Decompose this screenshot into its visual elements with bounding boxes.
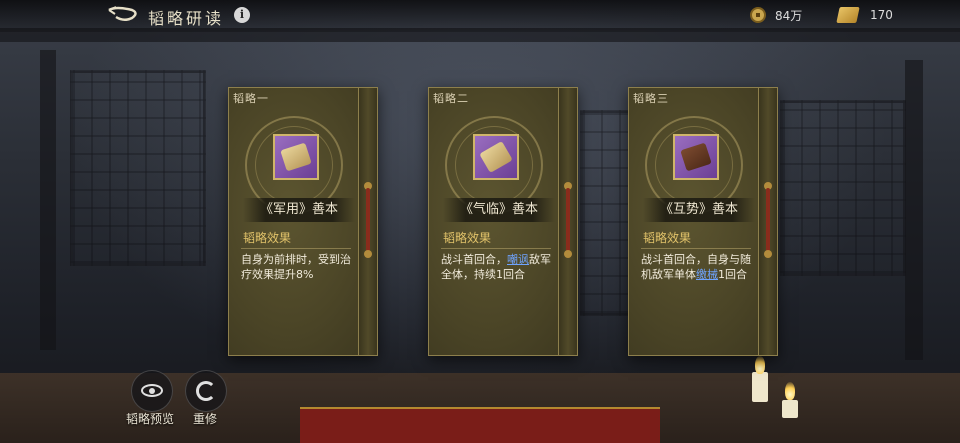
keyword-link-taunt[interactable]: 嘲讽: [507, 253, 529, 266]
keyword-link-disarm[interactable]: 缴械: [696, 268, 718, 281]
effect-label: 韬略效果: [443, 231, 492, 245]
card-tab-label: 韬略一: [233, 92, 269, 105]
candle-flame-right: [785, 382, 795, 400]
card-tab-label: 韬略三: [633, 92, 669, 105]
effect-text: 战斗首回合，: [441, 253, 507, 266]
preview-button[interactable]: [131, 370, 173, 412]
page-title: 韬略研读: [148, 9, 225, 28]
retrain-button-label[interactable]: 重修: [193, 410, 217, 427]
book-icon: [836, 7, 860, 23]
background-pillar-right: [905, 60, 923, 360]
card-spine: [558, 88, 577, 355]
strategy-card-3[interactable]: 韬略三 《互势》善本 韬略效果 战斗首回合，自身与随机敌军单体缴械1回合: [628, 87, 778, 356]
background-window-left: [70, 70, 206, 266]
table-cloth: [300, 407, 660, 443]
candle-left: [752, 372, 768, 402]
effect-description: 战斗首回合，嘲讽敌军全体，持续1回合: [441, 252, 553, 282]
background-pillar-left: [40, 50, 56, 350]
coin-amount: 84万: [775, 8, 803, 23]
coin-icon: [750, 7, 766, 23]
strategy-card-1[interactable]: 韬略一 《军用》善本 韬略效果 自身为前排时，受到治疗效果提升8%: [228, 87, 378, 356]
retrain-button[interactable]: [185, 370, 227, 412]
card-item-name: 《气临》善本: [443, 198, 555, 222]
scroll-icon[interactable]: [273, 134, 319, 180]
card-spine: [758, 88, 777, 355]
divider: [641, 248, 751, 249]
card-item-name: 《互势》善本: [643, 198, 755, 222]
candle-flame-left: [755, 356, 765, 374]
preview-button-label[interactable]: 韬略预览: [126, 410, 174, 427]
scroll-icon[interactable]: [673, 134, 719, 180]
strategy-card-2[interactable]: 韬略二 《气临》善本 韬略效果 战斗首回合，嘲讽敌军全体，持续1回合: [428, 87, 578, 356]
divider: [441, 248, 551, 249]
effect-description: 战斗首回合，自身与随机敌军单体缴械1回合: [641, 252, 753, 282]
refresh-icon: [196, 381, 216, 401]
info-icon[interactable]: i: [234, 7, 250, 23]
currency-coins: 84万: [750, 6, 802, 24]
effect-text: 1回合: [718, 268, 747, 281]
candle-right: [782, 400, 798, 418]
background-window-right: [780, 100, 906, 276]
card-spine: [358, 88, 377, 355]
back-button[interactable]: [106, 4, 140, 26]
card-item-name: 《军用》善本: [243, 198, 355, 222]
book-amount: 170: [870, 8, 893, 22]
scroll-icon[interactable]: [473, 134, 519, 180]
effect-label: 韬略效果: [243, 231, 292, 245]
top-bar: 韬略研读 i 84万 170: [0, 0, 960, 32]
eye-icon: [141, 384, 163, 397]
effect-description: 自身为前排时，受到治疗效果提升8%: [241, 252, 353, 282]
effect-label: 韬略效果: [643, 231, 692, 245]
back-arrow-icon: [108, 6, 137, 21]
card-tab-label: 韬略二: [433, 92, 469, 105]
currency-books: 170: [836, 6, 893, 24]
effect-text: 自身为前排时，受到治疗效果提升8%: [241, 253, 351, 281]
divider: [241, 248, 351, 249]
